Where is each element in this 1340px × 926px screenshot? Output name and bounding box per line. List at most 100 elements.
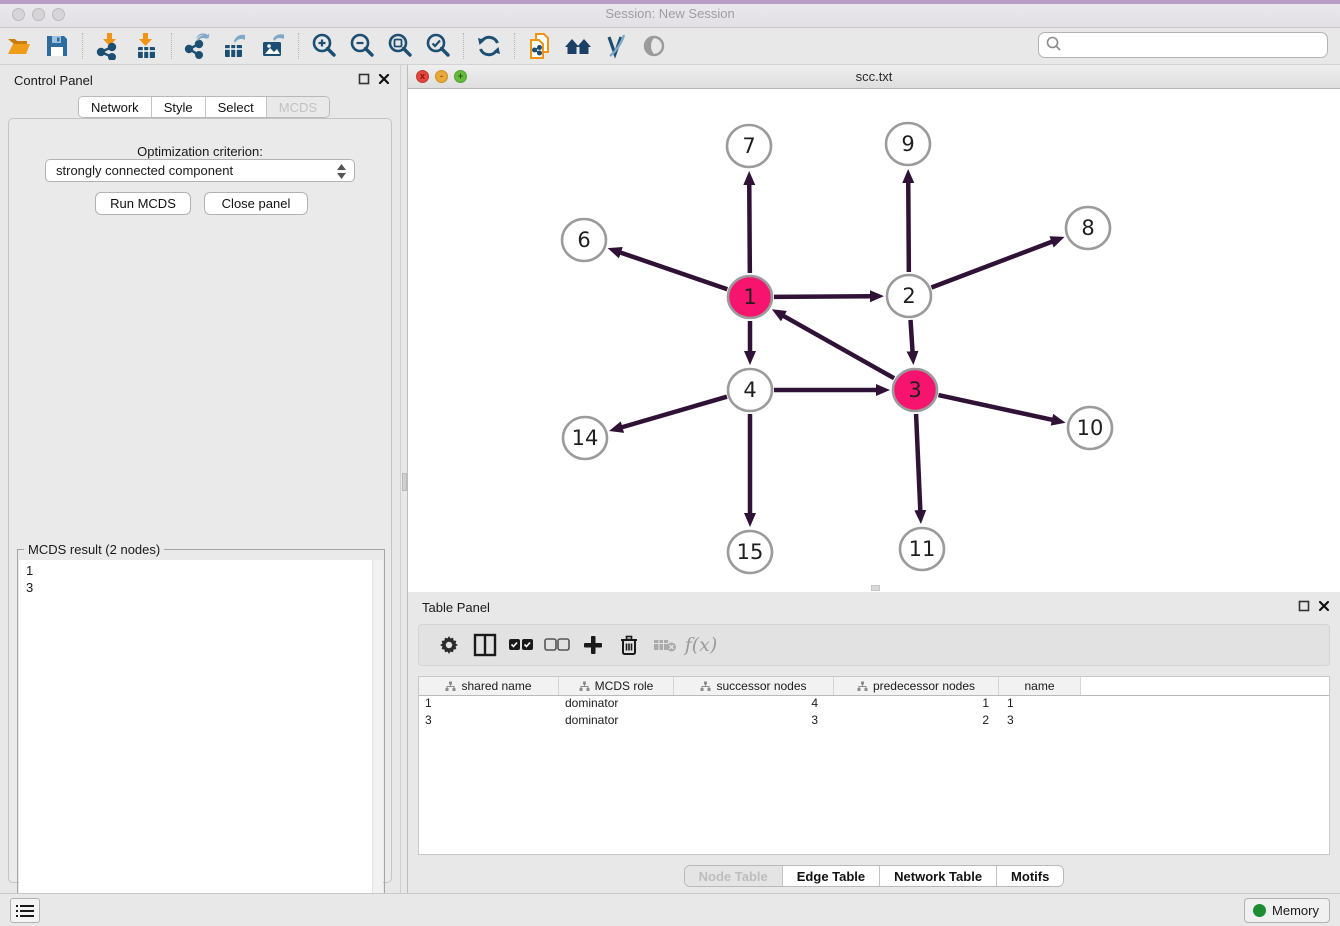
control-panel-tabs: NetworkStyleSelectMCDS [78,96,330,118]
column-header-successor-nodes[interactable]: successor nodes [674,677,834,695]
edge-3-10[interactable] [938,395,1052,420]
task-history-button[interactable] [10,898,40,923]
gear-icon[interactable] [431,629,467,661]
table-tabs-bar: Node TableEdge TableNetwork TableMotifs [408,865,1340,887]
cell-MCDS-role[interactable]: dominator [559,713,674,730]
table-row[interactable]: 3dominator323 [419,713,1329,730]
edge-3-11[interactable] [916,414,920,511]
node-table[interactable]: shared nameMCDS rolesuccessor nodes prede… [418,676,1330,855]
sort-hierarchy-icon [857,681,868,692]
table-toolbar: f(x) [418,624,1330,666]
column-header-shared-name[interactable]: shared name [419,677,559,695]
save-session-icon[interactable] [40,31,74,61]
tab-node-table[interactable]: Node Table [685,866,783,886]
table-panel: Table Panel [408,592,1340,893]
close-panel-button[interactable]: Close panel [204,192,308,215]
node-label-4: 4 [743,378,756,402]
search-input[interactable] [1038,32,1328,58]
sort-hierarchy-icon [700,681,711,692]
cell-name[interactable]: 1 [999,696,1081,713]
delete-column-icon[interactable] [611,629,647,661]
vizmapper-icon[interactable] [599,31,633,61]
result-scrollbar[interactable] [372,560,383,926]
cell-successor-nodes[interactable]: 3 [674,713,834,730]
float-table-panel-icon[interactable] [1298,600,1310,615]
criterion-dropdown[interactable]: strongly connected component [45,159,355,182]
toolbar-separator [171,33,172,59]
edge-4-14[interactable] [621,397,726,428]
search-field[interactable] [1063,35,1327,55]
cell-shared-name[interactable]: 3 [419,713,559,730]
tab-motifs[interactable]: Motifs [997,866,1063,886]
cell-successor-nodes[interactable]: 4 [674,696,834,713]
mcds-result-title: MCDS result (2 nodes) [24,542,164,557]
toolbar-separator [298,33,299,59]
column-header-predecessor-nodes[interactable]: predecessor nodes [834,677,999,695]
edge-3-1[interactable] [783,316,894,379]
network-canvas[interactable]: 7968124314101511 [408,89,1340,592]
edge-2-3[interactable] [911,320,913,352]
zoom-selected-icon[interactable] [421,31,455,61]
cell-shared-name[interactable]: 1 [419,696,559,713]
duplicate-network-icon[interactable] [523,31,557,61]
open-session-icon[interactable] [2,31,36,61]
import-network-icon[interactable] [91,31,125,61]
column-header-label: predecessor nodes [873,679,975,693]
edge-2-8[interactable] [931,241,1052,287]
edge-1-2[interactable] [774,296,871,297]
edge-2-9[interactable] [908,182,909,272]
sort-hierarchy-icon [445,681,456,692]
close-panel-icon[interactable] [378,73,390,88]
node-label-8: 8 [1081,216,1094,240]
window-title: Session: New Session [0,6,1340,21]
column-header-MCDS-role[interactable]: MCDS role [559,677,674,695]
tab-mcds[interactable]: MCDS [267,97,329,117]
tab-network[interactable]: Network [79,97,152,117]
column-header-label: name [1024,679,1054,693]
tab-edge-table[interactable]: Edge Table [783,866,880,886]
delete-table-icon [647,629,683,661]
node-label-14: 14 [572,426,599,450]
zoom-out-icon[interactable] [345,31,379,61]
cell-predecessor-nodes[interactable]: 2 [834,713,999,730]
sort-hierarchy-icon [579,681,590,692]
column-header-name[interactable]: name [999,677,1081,695]
mcds-result-textarea[interactable]: 1 3 [19,560,383,926]
export-network-icon[interactable] [180,31,214,61]
select-all-icon[interactable] [503,629,539,661]
tab-style[interactable]: Style [152,97,206,117]
export-table-icon[interactable] [218,31,252,61]
column-browser-icon[interactable] [467,629,503,661]
run-mcds-button[interactable]: Run MCDS [95,192,191,215]
table-header-row: shared nameMCDS rolesuccessor nodes prede… [419,677,1329,696]
import-table-icon[interactable] [129,31,163,61]
home-icon[interactable] [561,31,595,61]
network-graph[interactable]: 7968124314101511 [408,89,1340,592]
memory-button[interactable]: Memory [1244,898,1330,923]
float-panel-icon[interactable] [358,73,370,88]
cell-predecessor-nodes[interactable]: 1 [834,696,999,713]
add-column-icon[interactable] [575,629,611,661]
tab-network-table[interactable]: Network Table [880,866,997,886]
export-image-icon[interactable] [256,31,290,61]
cell-MCDS-role[interactable]: dominator [559,696,674,713]
table-row[interactable]: 1dominator411 [419,696,1329,713]
zoom-in-icon[interactable] [307,31,341,61]
criterion-value: strongly connected component [56,163,233,178]
mcds-tab-content: Optimization criterion: strongly connect… [8,118,392,883]
node-label-6: 6 [577,228,590,252]
cell-name[interactable]: 3 [999,713,1081,730]
refresh-icon[interactable] [472,31,506,61]
zoom-fit-icon[interactable] [383,31,417,61]
network-window-titlebar[interactable]: x - + scc.txt [408,65,1340,89]
node-label-10: 10 [1077,416,1104,440]
edge-1-7[interactable] [749,184,750,273]
tab-select[interactable]: Select [206,97,267,117]
canvas-resize-grip[interactable] [871,585,880,591]
edge-1-6[interactable] [620,252,727,289]
titlebar-accent [0,0,1340,4]
splitter-grip[interactable] [402,473,407,491]
deselect-all-icon[interactable] [539,629,575,661]
panel-splitter[interactable] [400,65,408,893]
close-table-panel-icon[interactable] [1318,600,1330,615]
